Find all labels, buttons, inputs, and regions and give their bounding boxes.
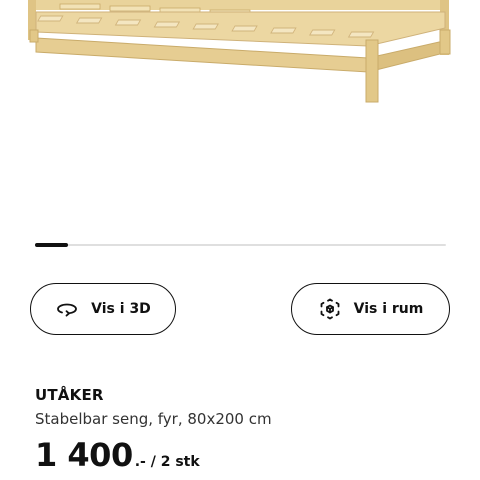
carousel-progress-thumb[interactable] [35, 243, 68, 247]
price-amount: 1 400 [35, 436, 133, 474]
product-image[interactable] [0, 0, 480, 105]
product-description: Stabelbar seng, fyr, 80x200 cm [35, 410, 272, 428]
view-in-3d-button[interactable]: Vis i 3D [30, 283, 176, 335]
ar-cube-icon [318, 297, 342, 321]
price-unit: / 2 stk [145, 454, 200, 470]
view-in-room-label: Vis i rum [353, 301, 424, 317]
carousel-progress-track[interactable] [35, 243, 446, 247]
rotate-3d-icon [55, 297, 79, 321]
view-in-room-button[interactable]: Vis i rum [291, 283, 450, 335]
price: 1 400 .- / 2 stk [35, 436, 200, 474]
view-in-3d-label: Vis i 3D [91, 301, 151, 317]
price-dash: .- [134, 454, 146, 470]
product-name: UTÅKER [35, 386, 104, 404]
product-page: Vis i 3D Vis i rum UTÅKER Stabelbar seng… [0, 0, 480, 480]
